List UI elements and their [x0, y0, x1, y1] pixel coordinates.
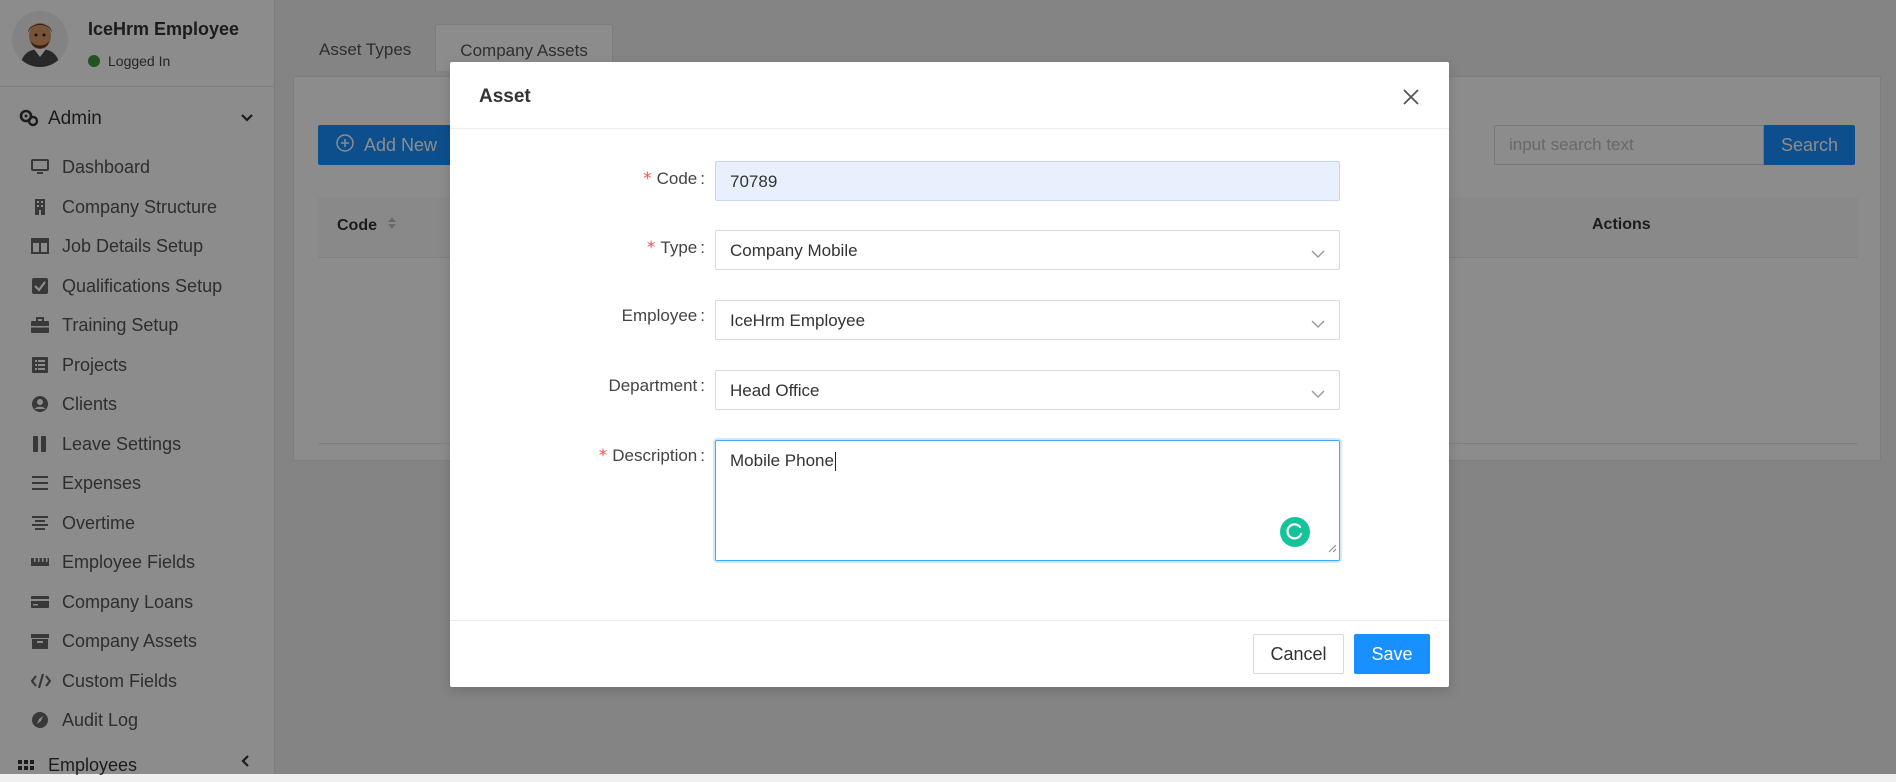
resize-handle-icon[interactable] — [1327, 538, 1337, 558]
description-textarea-value: Mobile Phone — [730, 451, 836, 472]
modal-footer: Cancel Save — [450, 620, 1449, 687]
department-select[interactable]: Head Office — [715, 370, 1340, 410]
description-label: * Description: — [598, 446, 705, 466]
required-marker: * — [598, 446, 608, 466]
code-input-value: 70789 — [730, 172, 778, 191]
type-label: * Type: — [646, 238, 705, 258]
employee-label: Employee: — [621, 306, 705, 325]
code-label: * Code: — [643, 169, 705, 189]
chevron-down-icon — [1311, 384, 1325, 404]
cancel-button[interactable]: Cancel — [1253, 634, 1344, 674]
text-caret — [834, 452, 836, 472]
modal-title: Asset — [479, 86, 531, 107]
modal-header: Asset — [450, 62, 1449, 129]
department-select-value: Head Office — [730, 381, 820, 400]
description-label-text: Description — [612, 446, 698, 465]
description-text: Mobile Phone — [730, 451, 834, 470]
department-label-text: Department — [608, 376, 698, 395]
chevron-down-icon — [1311, 314, 1325, 334]
save-button[interactable]: Save — [1354, 634, 1430, 674]
employee-select-value: IceHrm Employee — [730, 311, 866, 330]
grammarly-icon[interactable] — [1280, 517, 1310, 547]
code-label-text: Code — [656, 169, 698, 188]
type-label-text: Type — [660, 238, 698, 257]
department-label: Department: — [608, 376, 705, 395]
description-textarea[interactable]: Mobile Phone — [715, 440, 1340, 561]
asset-modal: Asset * Code: 70789 * Type: Company Mobile… — [450, 62, 1449, 687]
chevron-down-icon — [1311, 244, 1325, 264]
close-icon[interactable] — [1402, 88, 1420, 106]
required-marker: * — [643, 169, 652, 189]
code-input[interactable]: 70789 — [715, 161, 1340, 201]
employee-label-text: Employee — [621, 306, 698, 325]
employee-select[interactable]: IceHrm Employee — [715, 300, 1340, 340]
type-select-value: Company Mobile — [730, 241, 858, 260]
type-select[interactable]: Company Mobile — [715, 230, 1340, 270]
required-marker: * — [646, 238, 656, 258]
